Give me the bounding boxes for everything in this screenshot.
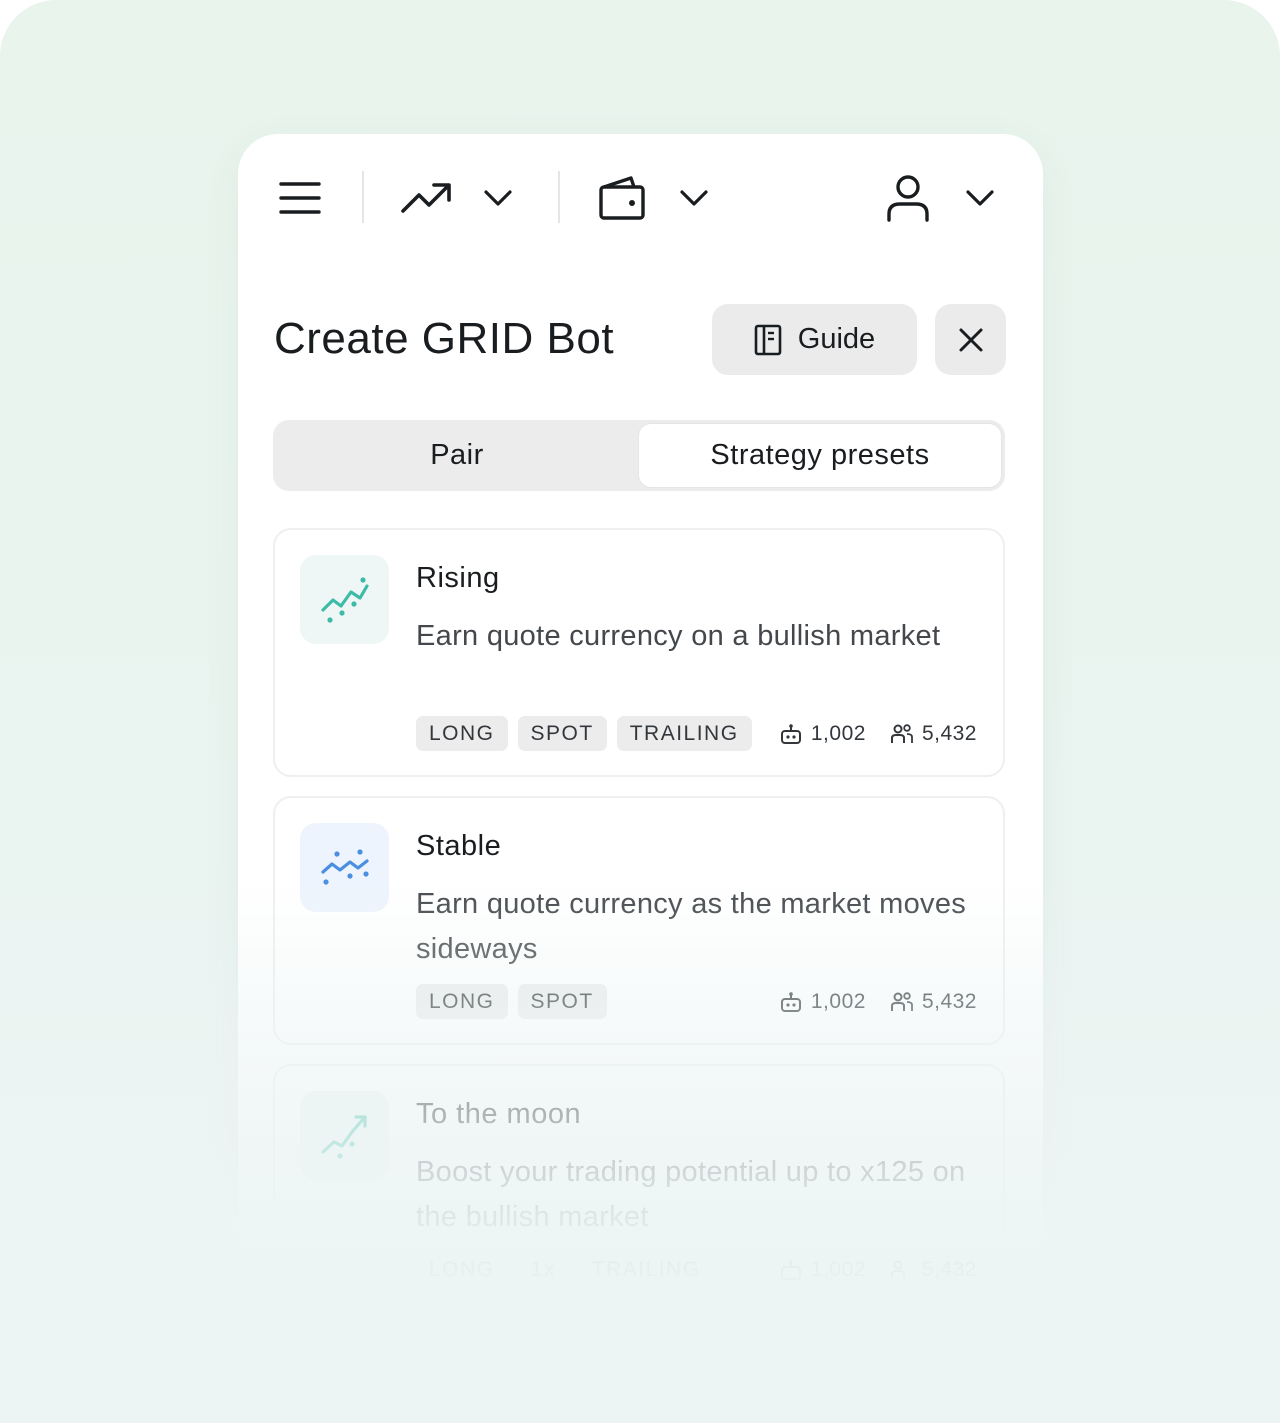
bots-count: 1,002 bbox=[810, 989, 866, 1013]
top-nav bbox=[238, 134, 1043, 264]
hamburger-menu-icon[interactable] bbox=[276, 174, 324, 222]
preset-tags: LONG 1x TRAILING bbox=[416, 1252, 714, 1287]
preset-card-to-the-moon[interactable]: To the moon Boost your trading potential… bbox=[273, 1064, 1005, 1313]
chevron-down-icon[interactable] bbox=[674, 178, 714, 218]
chevron-down-icon[interactable] bbox=[960, 178, 1000, 218]
user-icon[interactable] bbox=[882, 172, 934, 224]
tag-trailing: TRAILING bbox=[616, 716, 752, 751]
trend-up-icon[interactable] bbox=[398, 174, 454, 222]
users-count: 5,432 bbox=[921, 989, 977, 1013]
preset-title: Rising bbox=[416, 562, 500, 594]
preset-stats: 1,002 5,432 bbox=[779, 716, 977, 751]
preset-tabs: Pair Strategy presets bbox=[273, 420, 1005, 491]
guide-label: Guide bbox=[797, 323, 876, 355]
users-stat: 5,432 bbox=[890, 722, 977, 746]
nav-divider bbox=[558, 171, 560, 223]
preset-description: Earn quote currency on a bullish market bbox=[416, 620, 941, 652]
wallet-icon[interactable] bbox=[596, 172, 648, 224]
tag-long: LONG bbox=[416, 716, 508, 751]
sideways-chart-icon bbox=[300, 823, 389, 912]
tab-pair[interactable]: Pair bbox=[276, 423, 638, 488]
tab-strategy-presets[interactable]: Strategy presets bbox=[638, 423, 1002, 488]
preset-stats: 1,002 5,432 bbox=[779, 984, 977, 1019]
users-stat: 5,432 bbox=[890, 990, 977, 1014]
users-icon bbox=[890, 723, 913, 743]
rising-chart-icon bbox=[300, 555, 389, 644]
bots-stat: 1,002 bbox=[779, 722, 866, 746]
page-title: Create GRID Bot bbox=[274, 314, 615, 363]
close-button[interactable] bbox=[935, 304, 1006, 375]
preset-description: Boost your trading potential up to x125 … bbox=[416, 1156, 966, 1233]
preset-stats: 1,002 5,432 bbox=[779, 1252, 977, 1287]
preset-tags: LONG SPOT bbox=[416, 984, 607, 1019]
bots-stat: 1,002 bbox=[779, 990, 866, 1014]
robot-icon bbox=[780, 991, 801, 1012]
app-panel: Create GRID Bot Guide Pair Strategy pres… bbox=[238, 134, 1043, 1314]
guide-button[interactable]: Guide bbox=[712, 304, 917, 375]
users-count: 5,432 bbox=[921, 1257, 977, 1281]
robot-icon bbox=[780, 723, 801, 744]
tag-trailing: TRAILING bbox=[578, 1252, 714, 1287]
users-icon bbox=[890, 991, 913, 1011]
robot-icon bbox=[780, 1259, 801, 1280]
chevron-down-icon[interactable] bbox=[478, 178, 518, 218]
preset-tags: LONG SPOT TRAILING bbox=[416, 716, 752, 751]
bots-stat: 1,002 bbox=[779, 1258, 866, 1282]
preset-title: To the moon bbox=[416, 1098, 582, 1130]
tag-long: LONG bbox=[416, 1252, 508, 1287]
bots-count: 1,002 bbox=[810, 1257, 866, 1281]
bots-count: 1,002 bbox=[810, 721, 866, 745]
users-icon bbox=[890, 1260, 905, 1279]
tag-spot: SPOT bbox=[517, 984, 607, 1019]
moon-chart-icon bbox=[300, 1091, 389, 1180]
preset-card-rising[interactable]: Rising Earn quote currency on a bullish … bbox=[273, 528, 1005, 777]
close-icon bbox=[959, 328, 982, 351]
nav-divider bbox=[362, 171, 364, 223]
users-count: 5,432 bbox=[921, 721, 977, 745]
book-icon bbox=[754, 324, 782, 355]
users-stat: 5,432 bbox=[890, 1258, 977, 1282]
tag-long: LONG bbox=[416, 984, 508, 1019]
preset-card-stable[interactable]: Stable Earn quote currency as the market… bbox=[273, 796, 1005, 1045]
preset-description: Earn quote currency as the market moves … bbox=[416, 888, 967, 965]
tag-spot: SPOT bbox=[517, 716, 607, 751]
preset-title: Stable bbox=[416, 830, 502, 862]
tag-leverage: 1x bbox=[517, 1252, 569, 1287]
